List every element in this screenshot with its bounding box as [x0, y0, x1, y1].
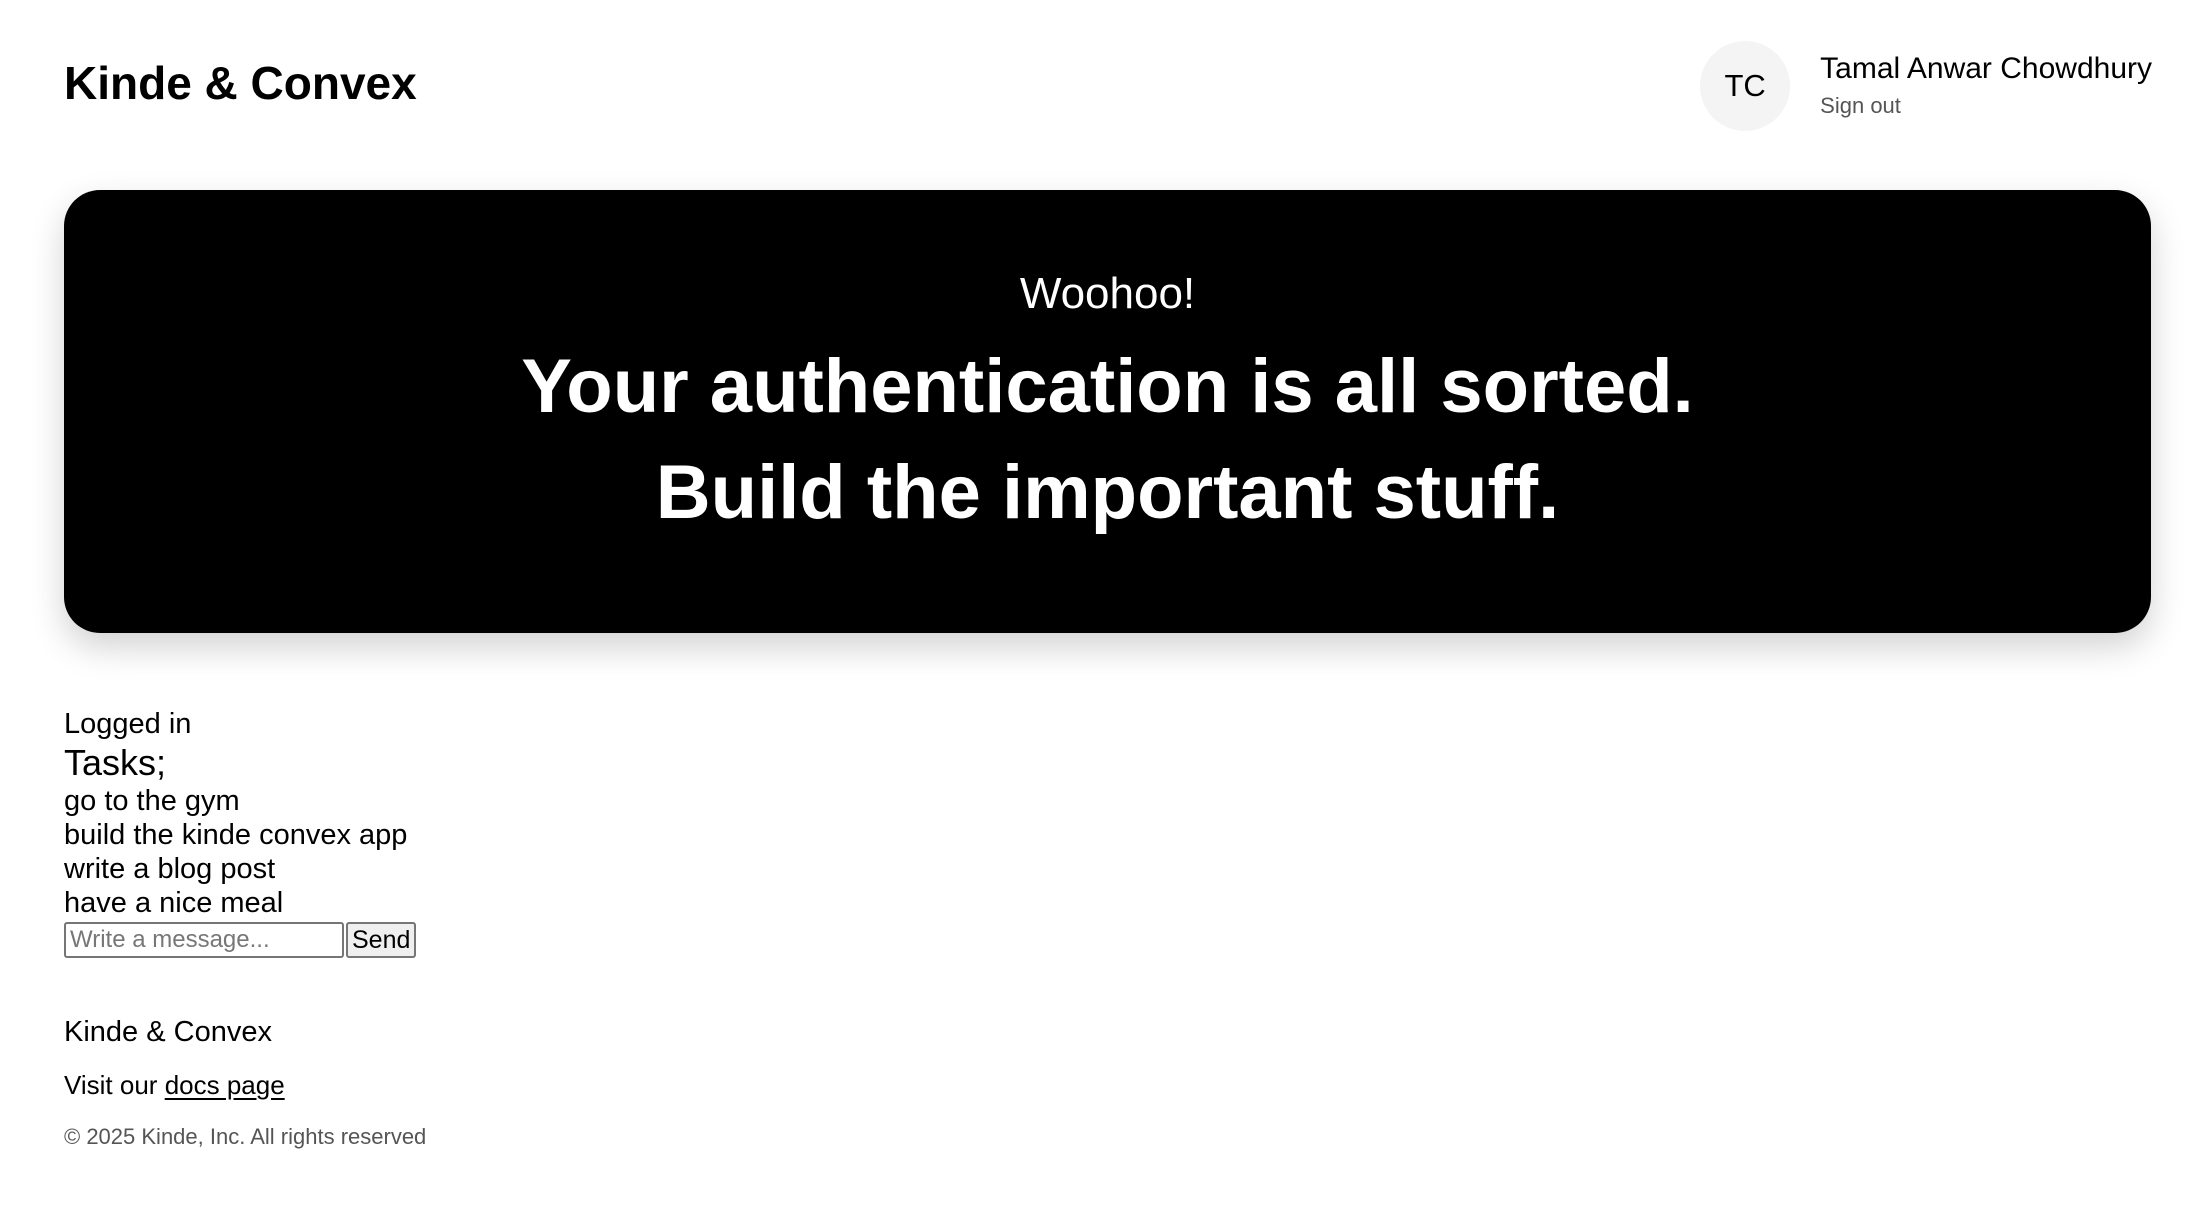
- banner-headline-line-1: Your authentication is all sorted.: [521, 344, 1694, 429]
- task-item: build the kinde convex app: [64, 819, 408, 851]
- user-profile: TC Tamal Anwar Chowdhury Sign out: [1700, 38, 2152, 134]
- banner-kicker: Woohoo!: [1019, 269, 1196, 318]
- tasks-heading: Tasks;: [64, 742, 167, 783]
- docs-page-link[interactable]: docs page: [165, 1070, 285, 1100]
- message-input[interactable]: [64, 922, 344, 958]
- task-item: write a blog post: [64, 853, 276, 885]
- user-avatar: TC: [1700, 41, 1791, 131]
- user-profile-text: Tamal Anwar Chowdhury Sign out: [1820, 51, 2152, 121]
- banner-headline-line-2: Build the important stuff.: [655, 450, 1560, 535]
- sign-out-link[interactable]: Sign out: [1820, 91, 2152, 121]
- task-item: go to the gym: [64, 785, 240, 817]
- login-status: Logged in: [64, 708, 192, 740]
- user-name: Tamal Anwar Chowdhury: [1820, 52, 2152, 85]
- copyright-text: © 2025 Kinde, Inc. All rights reserved: [64, 1124, 427, 1149]
- auth-success-banner: Woohoo! Your authentication is all sorte…: [64, 190, 2151, 633]
- app-page: Kinde & Convex TC Tamal Anwar Chowdhury …: [0, 0, 2200, 1218]
- footer-brand: Kinde & Convex: [64, 1016, 272, 1048]
- site-footer: Kinde & Convex Visit our docs page © 202…: [64, 1012, 426, 1152]
- send-button[interactable]: Send: [346, 922, 417, 958]
- site-header: Kinde & Convex TC Tamal Anwar Chowdhury …: [64, 38, 2152, 134]
- tasks-section: Logged in Tasks; go to the gym build the…: [64, 706, 864, 958]
- footer-docs-text: Visit our docs page: [64, 1068, 426, 1102]
- task-item: have a nice meal: [64, 887, 284, 919]
- footer-visit-prefix: Visit our: [64, 1070, 165, 1100]
- task-list: go to the gym build the kinde convex app…: [64, 784, 864, 920]
- message-form: Send: [64, 922, 864, 958]
- brand-title: Kinde & Convex: [64, 57, 417, 109]
